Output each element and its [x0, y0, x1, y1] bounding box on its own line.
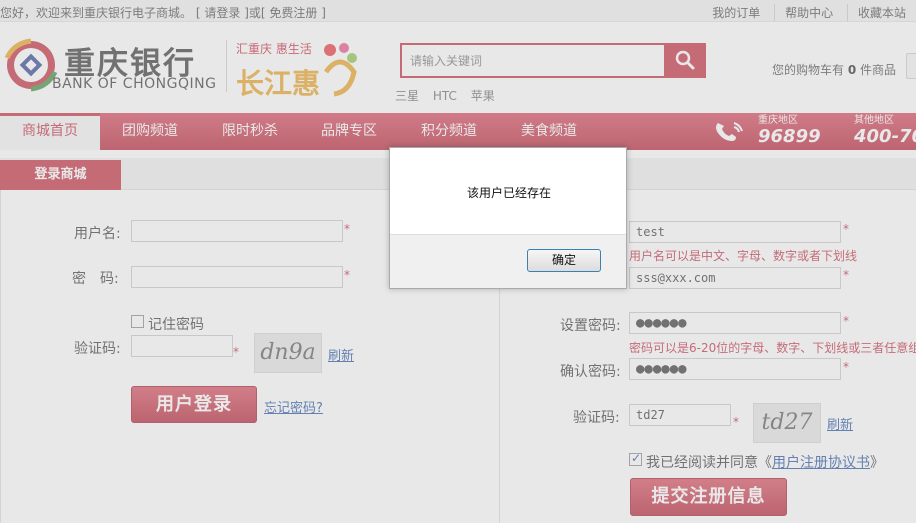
alert-dialog: 该用户已经存在 确定 — [389, 147, 627, 289]
alert-message: 该用户已经存在 — [466, 186, 551, 200]
alert-ok-button[interactable]: 确定 — [527, 249, 601, 272]
alert-footer: 确定 — [390, 234, 626, 288]
